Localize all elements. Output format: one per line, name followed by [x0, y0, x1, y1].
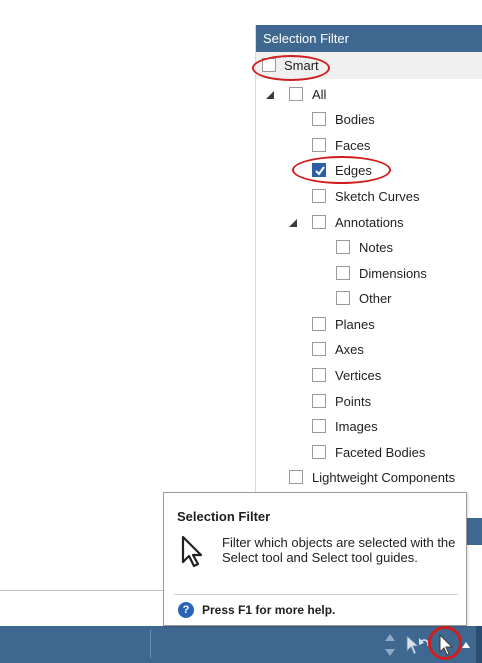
select-tool-icon[interactable] — [405, 635, 419, 655]
vertices-label: Vertices — [335, 368, 382, 383]
caret-up-icon[interactable] — [461, 641, 471, 649]
images-checkbox[interactable] — [312, 419, 326, 433]
bodies-checkbox[interactable] — [312, 112, 326, 126]
panel-title: Selection Filter — [256, 25, 482, 52]
status-bar-edge — [476, 626, 482, 663]
bodies-label: Bodies — [335, 112, 375, 127]
notes-label: Notes — [359, 240, 393, 255]
sketch-curves-label: Sketch Curves — [335, 189, 420, 204]
faceted-bodies-label: Faceted Bodies — [335, 445, 426, 460]
selection-filter-tooltip: Selection Filter Filter which objects ar… — [163, 492, 467, 626]
smart-highlight-ring — [252, 55, 330, 81]
all-checkbox[interactable] — [289, 87, 303, 101]
all-label: All — [312, 87, 327, 102]
dimensions-checkbox[interactable] — [336, 266, 350, 280]
status-bar-separator — [150, 630, 151, 658]
faceted-bodies-checkbox[interactable] — [312, 445, 326, 459]
divider-line — [0, 590, 163, 591]
annotations-checkbox[interactable] — [312, 215, 326, 229]
images-label: Images — [335, 419, 378, 434]
points-checkbox[interactable] — [312, 394, 326, 408]
lightweight-components-label: Lightweight Components — [312, 470, 456, 485]
planes-label: Planes — [335, 317, 375, 332]
tooltip-title: Selection Filter — [177, 509, 271, 524]
planes-checkbox[interactable] — [312, 317, 326, 331]
tooltip-description: Filter which objects are selected with t… — [222, 535, 456, 565]
selection-filter-panel: Selection Filter Smart All Bodies Faces … — [255, 25, 482, 545]
faces-label: Faces — [335, 138, 371, 153]
sketch-curves-checkbox[interactable] — [312, 189, 326, 203]
tooltip-divider — [174, 594, 458, 595]
up-down-arrows-icon[interactable] — [383, 633, 397, 657]
annotations-expander-icon[interactable] — [288, 218, 297, 227]
all-expander-icon[interactable] — [265, 90, 274, 99]
annotations-label: Annotations — [335, 215, 404, 230]
help-icon: ? — [178, 602, 194, 618]
other-checkbox[interactable] — [336, 291, 350, 305]
vertices-checkbox[interactable] — [312, 368, 326, 382]
tooltip-help-text: Press F1 for more help. — [202, 603, 336, 617]
points-label: Points — [335, 394, 372, 409]
axes-checkbox[interactable] — [312, 342, 326, 356]
dimensions-label: Dimensions — [359, 266, 427, 281]
other-label: Other — [359, 291, 392, 306]
faces-checkbox[interactable] — [312, 138, 326, 152]
axes-label: Axes — [335, 342, 364, 357]
notes-checkbox[interactable] — [336, 240, 350, 254]
arrow-cursor-icon — [181, 535, 203, 568]
edges-highlight-ring — [292, 156, 391, 184]
panel-footer-strip — [466, 518, 482, 545]
selection-filter-highlight-ring — [428, 626, 462, 660]
lightweight-components-checkbox[interactable] — [289, 470, 303, 484]
